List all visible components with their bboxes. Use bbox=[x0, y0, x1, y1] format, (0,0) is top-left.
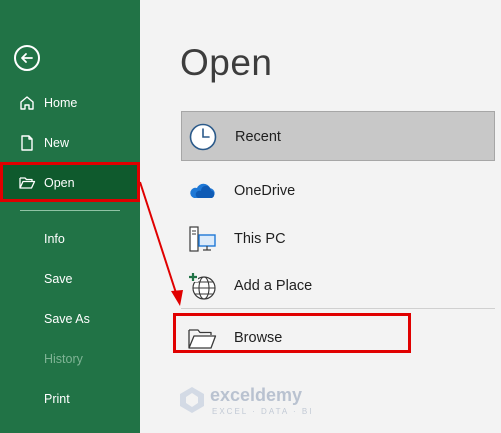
open-highlight-box bbox=[0, 162, 140, 202]
onedrive-cloud-icon bbox=[190, 183, 215, 198]
nav-save-as[interactable]: Save As bbox=[0, 301, 140, 337]
sidebar-divider bbox=[20, 210, 120, 211]
new-document-icon bbox=[21, 135, 33, 151]
nav-print-label: Print bbox=[44, 392, 70, 406]
location-this-pc-label: This PC bbox=[234, 231, 286, 247]
nav-home[interactable]: Home bbox=[0, 85, 140, 121]
location-recent-label: Recent bbox=[235, 129, 281, 145]
watermark-tagline: EXCEL · DATA · BI bbox=[212, 407, 314, 416]
location-onedrive[interactable]: OneDrive bbox=[181, 166, 495, 216]
nav-new-label: New bbox=[44, 136, 70, 150]
browse-highlight-box bbox=[173, 313, 411, 353]
location-add-place-label: Add a Place bbox=[234, 278, 313, 294]
nav-history-label: History bbox=[44, 352, 83, 366]
back-arrow-icon[interactable] bbox=[14, 45, 40, 71]
nav-print[interactable]: Print bbox=[0, 381, 140, 417]
nav-save-as-label: Save As bbox=[44, 312, 90, 326]
location-onedrive-label: OneDrive bbox=[234, 183, 296, 199]
computer-icon bbox=[189, 226, 216, 252]
page-title: Open bbox=[180, 42, 273, 83]
nav-info[interactable]: Info bbox=[0, 221, 140, 257]
add-place-globe-icon bbox=[188, 272, 216, 300]
location-add-place[interactable]: Add a Place bbox=[181, 261, 495, 311]
watermark: exceldemy EXCEL · DATA · BI bbox=[178, 383, 328, 423]
nav-save-label: Save bbox=[44, 272, 73, 286]
nav-new[interactable]: New bbox=[0, 125, 140, 161]
nav-home-label: Home bbox=[44, 96, 78, 110]
nav-save[interactable]: Save bbox=[0, 261, 140, 297]
locations-divider bbox=[181, 308, 495, 309]
open-pane: Open Recent OneDrive This PC Add a Place… bbox=[140, 0, 501, 433]
nav-history: History bbox=[0, 341, 140, 377]
home-icon bbox=[20, 96, 34, 110]
watermark-logo-icon bbox=[180, 387, 204, 413]
backstage-sidebar: Home New Open Info Save Save As History … bbox=[0, 0, 140, 433]
location-recent[interactable]: Recent bbox=[181, 111, 495, 161]
watermark-name: exceldemy bbox=[210, 385, 303, 405]
location-this-pc[interactable]: This PC bbox=[181, 214, 495, 264]
clock-icon bbox=[189, 123, 217, 151]
nav-info-label: Info bbox=[44, 232, 65, 246]
